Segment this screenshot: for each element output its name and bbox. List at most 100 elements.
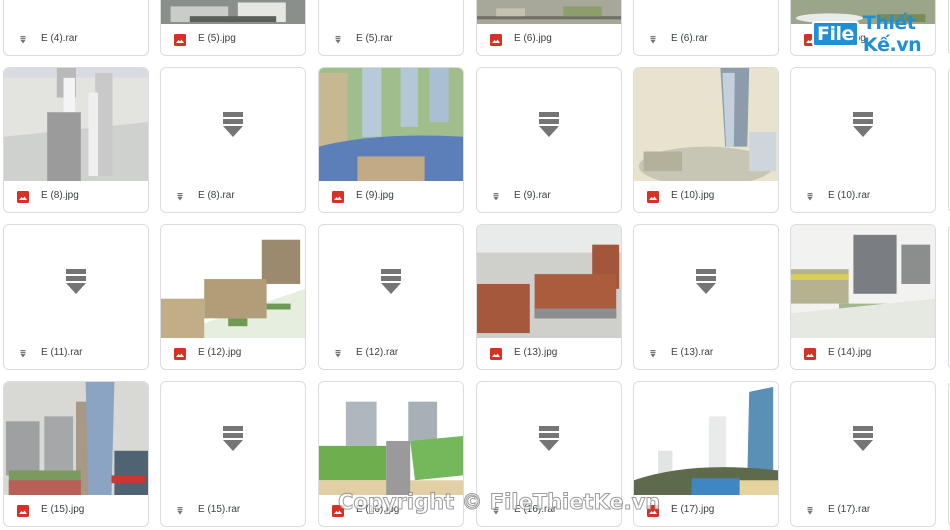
archive-thumbnail[interactable] (4, 225, 148, 338)
watermark-logo: File Thiết Kế.vn (812, 12, 950, 56)
file-card-archive[interactable]: E (6).rar (633, 0, 779, 56)
archive-thumbnail[interactable] (634, 225, 778, 338)
file-thumbnail[interactable] (634, 68, 778, 181)
file-card-footer: E (9).jpg (319, 179, 463, 212)
image-file-icon (174, 33, 186, 46)
archive-download-icon (694, 268, 718, 295)
file-card-footer: E (5).rar (319, 22, 463, 55)
thumbnail-image (4, 382, 148, 495)
archive-download-icon (64, 268, 88, 295)
file-card-image[interactable]: E (14).jpg (790, 224, 936, 370)
file-card-image[interactable]: E (12).jpg (160, 224, 306, 370)
archive-thumbnail[interactable] (477, 382, 621, 495)
thumbnail-image (634, 68, 778, 181)
archive-file-icon (647, 347, 659, 359)
file-card-footer: E (14).jpg (791, 336, 935, 369)
file-card-archive[interactable]: E (8).rar (160, 67, 306, 213)
file-card-archive[interactable]: E (11).rar (3, 224, 149, 370)
file-name: E (6).rar (671, 33, 708, 44)
archive-download-icon (537, 111, 561, 138)
file-card-archive[interactable]: E (15).rar (160, 381, 306, 527)
file-card-footer: E (9).rar (477, 179, 621, 212)
file-card-archive[interactable]: E (9).rar (476, 67, 622, 213)
archive-download-icon (221, 425, 245, 452)
archive-file-icon (332, 33, 344, 45)
archive-thumbnail[interactable] (161, 382, 305, 495)
file-name: E (11).rar (41, 347, 83, 358)
file-card-image[interactable]: E (13).jpg (476, 224, 622, 370)
file-card-image[interactable]: E (10).jpg (633, 67, 779, 213)
thumbnail-image (161, 225, 305, 338)
file-card-archive[interactable]: E (12).rar (318, 224, 464, 370)
file-thumbnail[interactable] (791, 225, 935, 338)
file-name: E (17).rar (828, 504, 871, 515)
image-file-icon (647, 190, 659, 203)
archive-file-icon (804, 504, 816, 516)
file-thumbnail[interactable] (319, 68, 463, 181)
file-card-archive[interactable]: E (13).rar (633, 224, 779, 370)
image-file-icon (174, 347, 186, 360)
thumbnail-image (477, 0, 621, 24)
thumbnail-image (4, 68, 148, 181)
file-card-footer: E (10).jpg (634, 179, 778, 212)
file-thumbnail[interactable] (4, 68, 148, 181)
archive-thumbnail[interactable] (4, 0, 148, 24)
archive-thumbnail[interactable] (319, 225, 463, 338)
file-card-image[interactable]: E (15).jpg (3, 381, 149, 527)
archive-thumbnail[interactable] (791, 68, 935, 181)
file-card-footer: E (8).rar (161, 179, 305, 212)
file-card-archive[interactable]: E (10).rar (790, 67, 936, 213)
file-card-image[interactable]: E (8).jpg (3, 67, 149, 213)
file-card-footer: E (10).rar (791, 179, 935, 212)
watermark-logo-text: Thiết Kế.vn (862, 12, 922, 56)
file-card-footer: E (12).rar (319, 336, 463, 369)
file-card-image[interactable]: E (9).jpg (318, 67, 464, 213)
file-card-footer: E (6).rar (634, 22, 778, 55)
archive-download-icon (851, 111, 875, 138)
file-card-archive[interactable]: E (17).rar (790, 381, 936, 527)
archive-file-icon (174, 504, 186, 516)
archive-thumbnail[interactable] (319, 0, 463, 24)
file-thumbnail[interactable] (477, 0, 621, 24)
archive-file-icon (17, 33, 29, 45)
file-card-archive[interactable]: E (4).rar (3, 0, 149, 56)
file-thumbnail[interactable] (477, 225, 621, 338)
archive-thumbnail[interactable] (477, 68, 621, 181)
file-thumbnail[interactable] (4, 382, 148, 495)
file-card-footer: E (12).jpg (161, 336, 305, 369)
file-thumbnail[interactable] (161, 0, 305, 24)
file-name: E (12).rar (356, 347, 399, 358)
file-card-footer: E (13).rar (634, 336, 778, 369)
archive-file-icon (804, 190, 816, 202)
thumbnail-image (161, 0, 305, 24)
thumbnail-image (319, 68, 463, 181)
file-card-footer: E (8).jpg (4, 179, 148, 212)
archive-download-icon (379, 268, 403, 295)
file-name: E (17).jpg (671, 504, 715, 515)
file-card-image[interactable]: E (6).jpg (476, 0, 622, 56)
file-thumbnail[interactable] (634, 382, 778, 495)
file-card-archive[interactable]: E (5).rar (318, 0, 464, 56)
file-card-image[interactable]: E (5).jpg (160, 0, 306, 56)
image-file-icon (332, 190, 344, 203)
file-card-footer: E (13).jpg (477, 336, 621, 369)
file-name: E (13).jpg (514, 347, 558, 358)
file-thumbnail[interactable] (319, 382, 463, 495)
image-file-icon (804, 347, 816, 360)
archive-file-icon (490, 190, 502, 202)
file-name: E (10).rar (828, 190, 871, 201)
archive-file-icon (647, 33, 659, 45)
file-name: E (15).rar (198, 504, 241, 515)
file-thumbnail[interactable] (161, 225, 305, 338)
file-card-footer: E (5).jpg (161, 22, 305, 55)
file-card-footer: E (4).rar (4, 22, 148, 55)
archive-file-icon (17, 347, 29, 359)
file-name: E (8).jpg (41, 190, 79, 201)
archive-thumbnail[interactable] (634, 0, 778, 24)
file-card-footer: E (15).jpg (4, 493, 148, 526)
archive-download-icon (851, 425, 875, 452)
image-file-icon (17, 190, 29, 203)
file-name: E (10).jpg (671, 190, 715, 201)
archive-thumbnail[interactable] (161, 68, 305, 181)
archive-thumbnail[interactable] (791, 382, 935, 495)
